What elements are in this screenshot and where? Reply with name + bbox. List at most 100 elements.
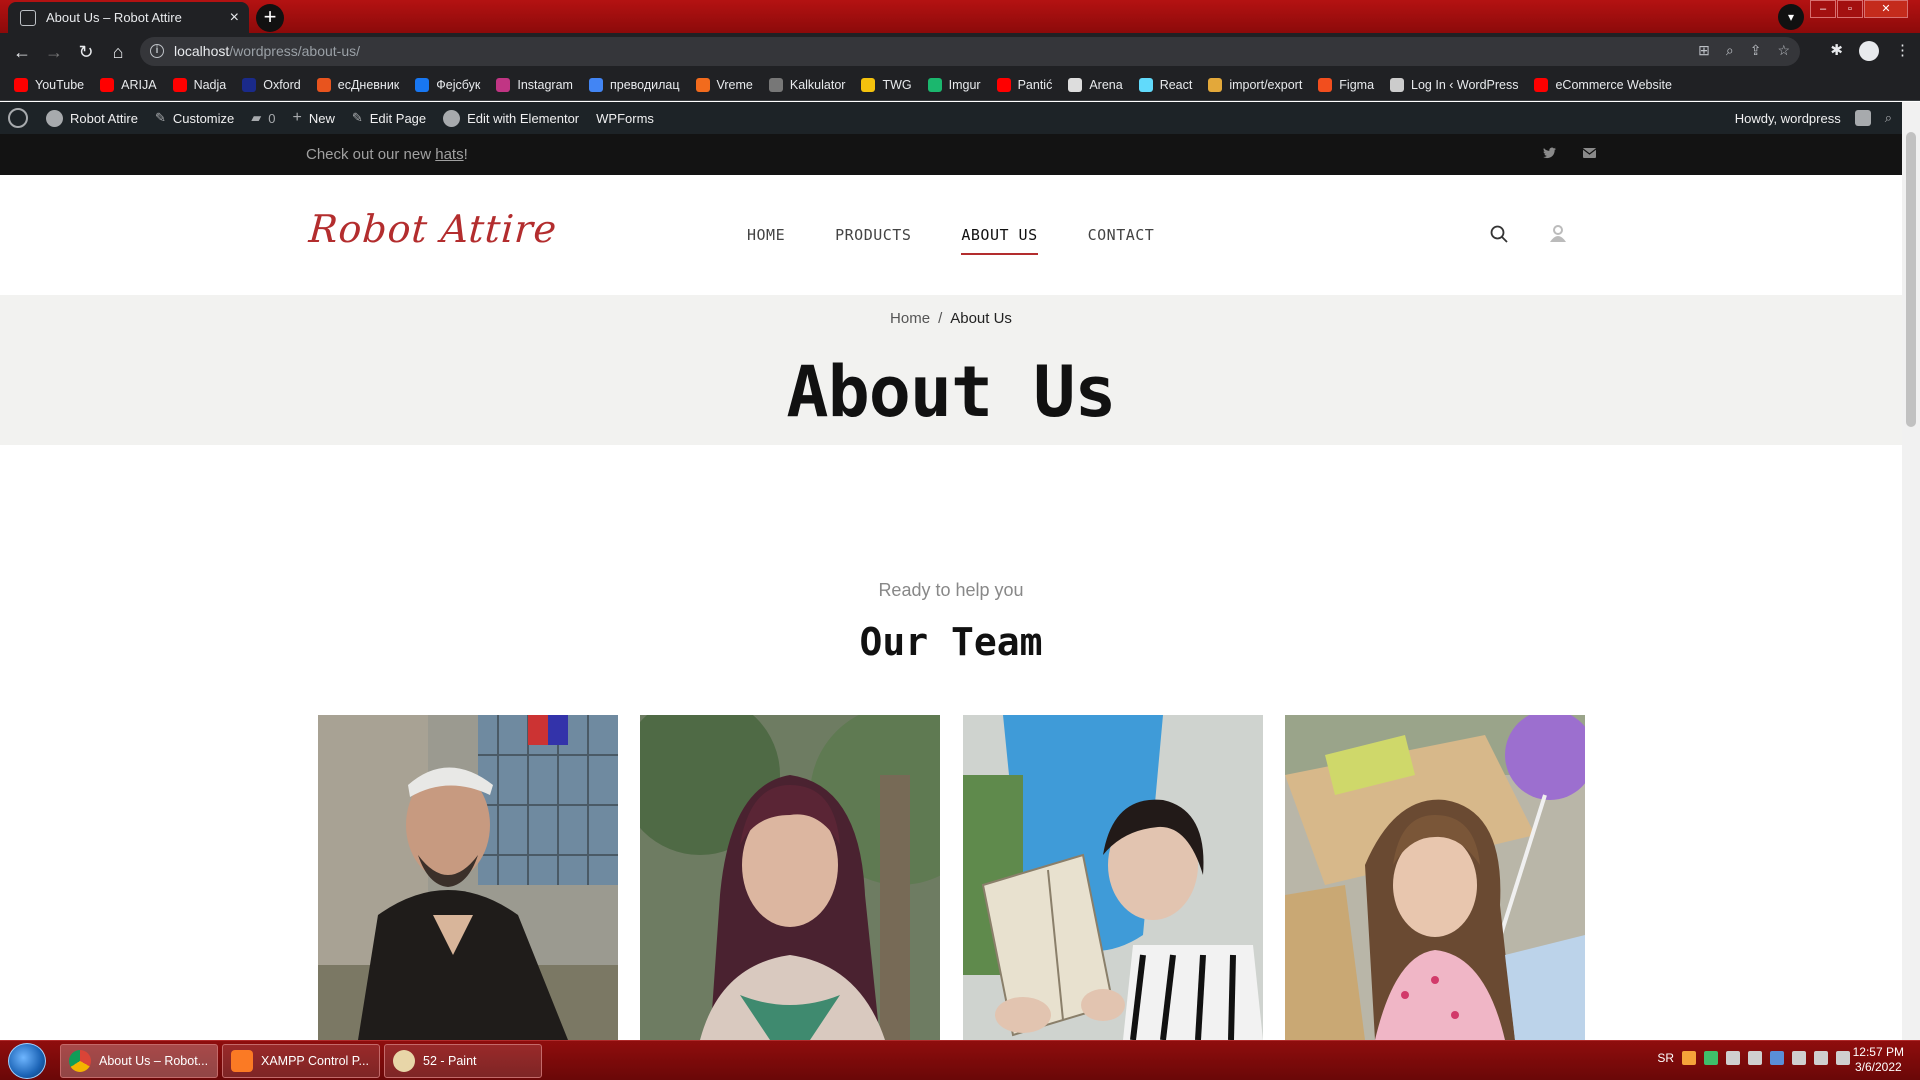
scrollbar-thumb[interactable] — [1906, 132, 1916, 427]
bookmark-item[interactable]: Imgur — [927, 78, 981, 92]
bookmark-item[interactable]: Instagram — [496, 78, 573, 92]
bookmark-item[interactable]: Pantić — [996, 78, 1053, 92]
bookmark-item[interactable]: есДневник — [316, 78, 400, 92]
notice-hats-link[interactable]: hats — [435, 146, 463, 163]
twitter-icon[interactable] — [1543, 147, 1557, 161]
site-logo[interactable]: Robot Attire — [307, 207, 558, 251]
email-icon[interactable] — [1582, 147, 1597, 161]
bookmark-item[interactable]: Фејсбук — [415, 78, 480, 92]
breadcrumb-home[interactable]: Home — [890, 310, 930, 327]
bookmark-label: преводилац — [609, 78, 680, 92]
bookmark-favicon-icon — [100, 78, 115, 92]
start-button-icon[interactable] — [8, 1043, 46, 1079]
admin-new[interactable]: + New — [293, 109, 335, 127]
profile-icon[interactable] — [1859, 41, 1879, 61]
bluetooth-tray-icon[interactable] — [1770, 1051, 1784, 1065]
paint-icon — [393, 1050, 415, 1072]
browser-tab-active[interactable]: About Us – Robot Attire × — [8, 2, 249, 33]
bookmark-label: Arena — [1089, 78, 1123, 92]
minimize-icon[interactable]: – — [1810, 0, 1836, 18]
flag-tray-icon[interactable] — [1792, 1051, 1806, 1065]
bookmark-label: есДневник — [337, 78, 400, 92]
maximize-icon[interactable]: ▫ — [1837, 0, 1863, 18]
admin-edit-elementor[interactable]: Edit with Elementor — [443, 109, 579, 127]
menu-item-about-us[interactable]: ABOUT US — [961, 226, 1038, 255]
taskbar-clock[interactable]: 12:57 PM 3/6/2022 — [1853, 1045, 1904, 1075]
xampp-tray-icon[interactable] — [1682, 1051, 1696, 1065]
admin-edit-page[interactable]: ✎ Edit Page — [352, 110, 426, 126]
header-search-icon[interactable] — [1490, 225, 1508, 243]
taskbar-paint[interactable]: 52 - Paint — [384, 1044, 542, 1078]
bookmark-item[interactable]: YouTube — [14, 78, 84, 92]
admin-new-label: New — [308, 110, 335, 126]
bookmark-label: Imgur — [948, 78, 981, 92]
translate-icon[interactable]: ⊞ — [1698, 42, 1710, 59]
wordpress-logo-icon[interactable] — [8, 108, 28, 128]
menu-item-contact[interactable]: CONTACT — [1088, 226, 1155, 255]
site-info-icon[interactable]: i — [150, 44, 164, 58]
window-close-icon[interactable]: ✕ — [1864, 0, 1908, 18]
site-header: Robot Attire HOME PRODUCTS ABOUT US CONT… — [0, 175, 1902, 295]
bookmark-item[interactable]: Log In ‹ WordPress — [1390, 78, 1518, 92]
admin-site-name[interactable]: Robot Attire — [46, 109, 138, 127]
close-tab-icon[interactable]: × — [230, 9, 239, 27]
toolbar-right: ✱ ⋮ — [1830, 41, 1910, 61]
display-tray-icon[interactable] — [1814, 1051, 1828, 1065]
admin-howdy[interactable]: Howdy, wordpress — [1735, 111, 1841, 126]
bookmark-item[interactable]: eCommerce Website — [1534, 78, 1672, 92]
menu-item-products[interactable]: PRODUCTS — [835, 226, 911, 255]
page-scrollbar[interactable] — [1902, 102, 1920, 1040]
back-icon[interactable]: ← — [10, 40, 34, 64]
bookmark-star-icon[interactable]: ☆ — [1777, 42, 1790, 59]
bookmark-item[interactable]: React — [1138, 78, 1192, 92]
brush-icon: ✎ — [154, 110, 166, 125]
admin-comments[interactable]: ▰ 0 — [251, 110, 275, 126]
url-text[interactable]: localhost/wordpress/about-us/ — [174, 43, 360, 59]
input-language[interactable]: SR — [1657, 1051, 1674, 1065]
tab-search-icon[interactable]: ▾ — [1778, 4, 1804, 30]
notice-text-after: ! — [463, 146, 468, 163]
bookmark-item[interactable]: Vreme — [695, 78, 753, 92]
bookmark-item[interactable]: import/export — [1208, 78, 1302, 92]
bookmark-item[interactable]: Oxford — [242, 78, 301, 92]
menu-item-home[interactable]: HOME — [747, 226, 785, 255]
home-icon[interactable]: ⌂ — [106, 40, 130, 64]
zoom-icon[interactable]: ⌕ — [1726, 42, 1734, 59]
bookmark-item[interactable]: ARIJA — [100, 78, 157, 92]
taskbar-xampp[interactable]: XAMPP Control P... — [222, 1044, 380, 1078]
new-tab-button[interactable]: + — [256, 4, 284, 32]
reload-icon[interactable]: ↻ — [74, 40, 98, 64]
breadcrumb-separator: / — [938, 310, 943, 327]
admin-user-icon[interactable] — [1854, 110, 1871, 126]
bookmark-favicon-icon — [1068, 78, 1083, 92]
team-photo-4 — [1285, 715, 1585, 1040]
bookmark-item[interactable]: Figma — [1318, 78, 1374, 92]
volume-tray-icon[interactable] — [1836, 1051, 1850, 1065]
bookmark-item[interactable]: Arena — [1068, 78, 1123, 92]
bookmark-item[interactable]: Nadja — [172, 78, 226, 92]
bookmark-favicon-icon — [695, 78, 710, 92]
taskbar-chrome[interactable]: About Us – Robot... — [60, 1044, 218, 1078]
bookmark-favicon-icon — [996, 78, 1011, 92]
bookmark-item[interactable]: TWG — [861, 78, 912, 92]
admin-search-icon[interactable]: ⌕ — [1885, 110, 1892, 126]
admin-site-name-label: Robot Attire — [70, 110, 138, 126]
page-title: About Us — [786, 351, 1116, 433]
share-icon[interactable]: ⇪ — [1750, 42, 1762, 59]
usb-tray-icon[interactable] — [1748, 1051, 1762, 1065]
admin-customize[interactable]: ✎ Customize — [155, 110, 234, 126]
admin-wpforms[interactable]: WPForms — [596, 111, 654, 126]
network-tray-icon[interactable] — [1726, 1051, 1740, 1065]
header-account-icon[interactable] — [1549, 224, 1567, 242]
shield-tray-icon[interactable] — [1704, 1051, 1718, 1065]
dashboard-icon — [46, 109, 63, 127]
extensions-icon[interactable]: ✱ — [1830, 41, 1843, 61]
menu-icon[interactable]: ⋮ — [1895, 41, 1910, 61]
address-bar[interactable]: i localhost/wordpress/about-us/ ⊞ ⌕ ⇪ ☆ — [140, 37, 1800, 66]
bookmark-item[interactable]: преводилац — [588, 78, 680, 92]
bookmark-favicon-icon — [1390, 78, 1405, 92]
forward-icon[interactable]: → — [42, 40, 66, 64]
taskbar-paint-label: 52 - Paint — [423, 1054, 477, 1068]
bookmark-label: Pantić — [1017, 78, 1053, 92]
bookmark-item[interactable]: Kalkulator — [768, 78, 845, 92]
